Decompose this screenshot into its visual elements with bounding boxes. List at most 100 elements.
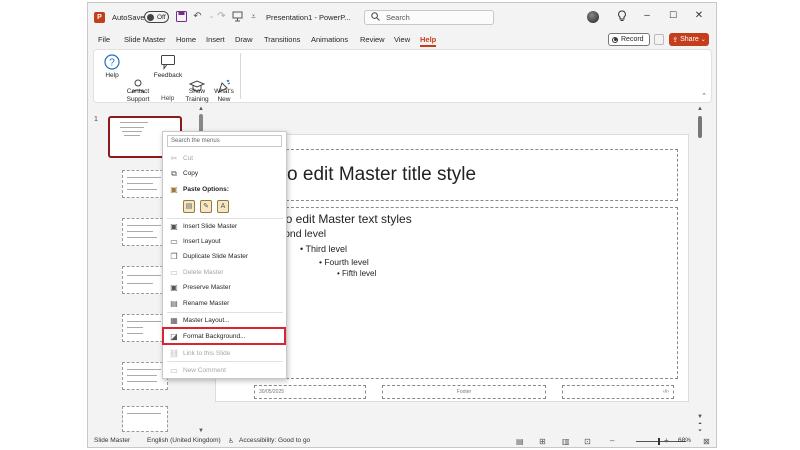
accessibility-status[interactable]: Accessibility: Good to go [239, 437, 310, 444]
scissors-icon: ✂ [170, 153, 178, 163]
footer-page-number: ‹#› [662, 389, 669, 395]
context-menu-search-placeholder: Search the menus [171, 138, 220, 144]
lightbulb-icon[interactable] [615, 10, 629, 25]
tab-home[interactable]: Home [176, 35, 196, 44]
slide-number-placeholder[interactable]: ‹#› [562, 385, 674, 399]
menu-item-insert-layout[interactable]: ▭ Insert Layout [167, 235, 283, 248]
powerpoint-logo-icon: P [94, 12, 105, 23]
autosave-state: Off [157, 13, 166, 21]
menu-item-rename-master[interactable]: ▤ Rename Master [167, 297, 283, 310]
zoom-slider-knob[interactable] [658, 438, 660, 445]
share-button[interactable]: ⇪ Share ⌄ [669, 33, 709, 46]
title-bar: P AutoSave Off ↶ ⌄ ↷ ⩡ Presentation1 - P… [88, 3, 716, 31]
menu-item-master-layout[interactable]: ▦ Master Layout... [167, 314, 283, 327]
undo-icon[interactable]: ↶ [192, 11, 203, 22]
copy-icon: ⧉ [171, 168, 177, 178]
delete-icon: ▭ [170, 267, 178, 277]
menu-item-paste-options: ▣ Paste Options: [167, 183, 283, 196]
feedback-button[interactable]: Feedback [153, 54, 183, 80]
autosave-toggle[interactable]: Off [144, 11, 169, 23]
paste-use-destination-theme-icon[interactable]: ▤ [183, 200, 195, 213]
text-placeholder[interactable]: k to edit Master text styles econd level… [266, 207, 678, 379]
menu-separator [167, 218, 283, 219]
scroll-up-icon[interactable]: ▲ [695, 106, 705, 112]
feedback-label: Feedback [153, 72, 183, 79]
scrollbar-thumb[interactable] [698, 116, 702, 138]
menu-item-duplicate-slide-master[interactable]: ❐ Duplicate Slide Master [167, 250, 283, 263]
share-icon: ⇪ [672, 36, 679, 44]
paste-keep-source-formatting-icon[interactable]: ✎ [200, 200, 212, 213]
master-title-text: k to edit Master title style [267, 164, 477, 185]
tab-transitions[interactable]: Transitions [264, 35, 300, 44]
whats-new-icon [216, 62, 232, 93]
contact-support-button[interactable]: Contact Support [124, 54, 152, 104]
thumbnail-number: 1 [94, 116, 98, 123]
tab-help[interactable]: Help [420, 35, 437, 47]
tab-insert[interactable]: Insert [206, 35, 225, 44]
tab-draw[interactable]: Draw [235, 35, 253, 44]
menu-item-delete-master[interactable]: ▭ Delete Master [167, 266, 283, 279]
accessibility-icon: ♿ [228, 438, 235, 445]
slideshow-view-icon[interactable]: ⊡ [584, 437, 591, 446]
reading-view-icon[interactable]: ▥ [562, 437, 570, 446]
redo-icon[interactable]: ↷ [216, 11, 227, 22]
collapse-ribbon-icon[interactable]: ⌃ [701, 92, 707, 100]
paste-icon: ▣ [170, 184, 178, 194]
fit-slide-icon[interactable]: ⊠ [703, 437, 710, 446]
search-icon [371, 12, 380, 23]
tab-review[interactable]: Review [360, 35, 385, 44]
scroll-down-icon[interactable]: ▼ [695, 414, 705, 420]
contact-support-label: Contact Support [126, 88, 150, 103]
contact-support-icon [130, 62, 146, 94]
zoom-level[interactable]: 68% [678, 437, 691, 444]
menu-item-insert-slide-master[interactable]: ▣ Insert Slide Master [167, 220, 283, 233]
slideshow-icon[interactable] [232, 11, 243, 22]
tab-slide-master[interactable]: Slide Master [124, 35, 166, 44]
maximize-icon[interactable]: ☐ [666, 10, 680, 21]
whats-new-button[interactable]: What's New [211, 54, 237, 104]
format-background-highlight [162, 327, 286, 345]
slide-scrollbar[interactable]: ▲ ▼ ⏶ ⏷ [695, 106, 705, 434]
menu-item-label: Duplicate Slide Master [183, 253, 249, 260]
text-level-5-label: Fifth level [342, 269, 377, 278]
scroll-up-icon[interactable]: ▲ [197, 106, 205, 112]
customize-quick-access-icon[interactable]: ⩡ [248, 11, 259, 22]
context-menu-search[interactable]: Search the menus [167, 135, 282, 147]
save-icon[interactable] [176, 11, 187, 22]
menu-item-preserve-master[interactable]: ▣ Preserve Master [167, 281, 283, 294]
slide-sorter-icon[interactable]: ⊞ [539, 437, 546, 446]
text-level-5: • Fifth level [337, 269, 377, 278]
search-box[interactable]: Search [364, 10, 494, 25]
zoom-out-icon[interactable]: – [610, 436, 614, 445]
menu-item-link-to-slide[interactable]: ⛓ Link to this Slide [167, 347, 283, 360]
previous-slide-icon[interactable]: ⏶ [695, 421, 705, 427]
show-training-button[interactable]: Show Training [184, 54, 210, 104]
whats-new-label: What's New [214, 88, 234, 103]
tab-animations[interactable]: Animations [311, 35, 348, 44]
minimize-icon[interactable]: – [640, 10, 654, 21]
menu-item-cut-label: Cut [183, 155, 194, 162]
menu-item-copy[interactable]: ⧉ Copy [167, 167, 283, 180]
tab-file[interactable]: File [98, 35, 110, 44]
title-placeholder[interactable]: k to edit Master title style [266, 149, 678, 201]
present-icon[interactable] [654, 34, 664, 45]
status-bar: Slide Master English (United Kingdom) ♿ … [88, 434, 716, 447]
language-indicator[interactable]: English (United Kingdom) [147, 437, 221, 444]
paste-keep-text-only-icon[interactable]: A [217, 200, 229, 213]
help-button[interactable]: ? Help [100, 54, 124, 80]
footer-text: Footer [456, 389, 472, 395]
duplicate-icon: ❐ [170, 251, 178, 261]
tab-view[interactable]: View [394, 35, 410, 44]
user-avatar[interactable] [587, 11, 599, 23]
record-button[interactable]: Record [608, 33, 650, 46]
menu-item-new-comment[interactable]: ▭ New Comment [167, 364, 283, 377]
date-placeholder[interactable]: 30/05/2025 [254, 385, 366, 399]
close-icon[interactable]: ✕ [692, 10, 706, 21]
menu-item-cut[interactable]: ✂ Cut [167, 152, 283, 165]
help-group-label: Help [161, 95, 175, 102]
footer-placeholder[interactable]: Footer [382, 385, 546, 399]
feedback-icon [160, 54, 176, 70]
zoom-in-icon[interactable]: + [664, 436, 669, 445]
normal-view-icon[interactable]: ▤ [516, 437, 524, 446]
thumbnail-layout[interactable] [122, 406, 168, 432]
